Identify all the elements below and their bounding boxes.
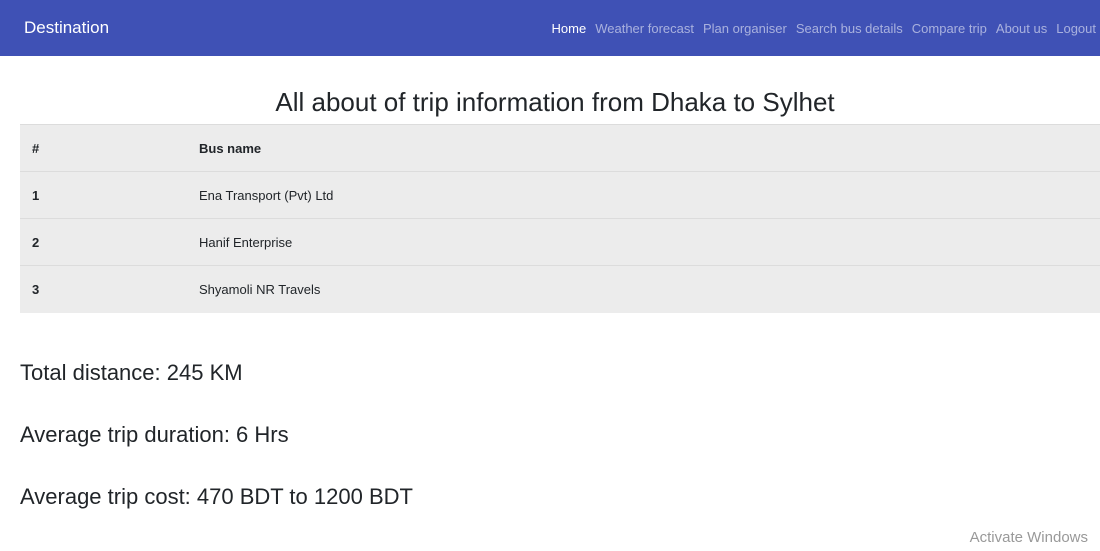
average-duration-text: Average trip duration: 6 Hrs: [20, 422, 289, 447]
bus-name-cell: Shyamoli NR Travels: [187, 265, 1100, 313]
nav-link-weather-forecast[interactable]: Weather forecast: [595, 21, 694, 36]
column-header-number: #: [20, 124, 187, 172]
column-header-bus-name: Bus name: [187, 124, 1100, 172]
brand-link[interactable]: Destination: [24, 0, 109, 56]
nav-link-logout[interactable]: Logout: [1056, 21, 1096, 36]
bus-table: # Bus name 1 Ena Transport (Pvt) Ltd 2 H…: [20, 124, 1100, 313]
nav-link-plan-organiser[interactable]: Plan organiser: [703, 21, 787, 36]
bus-name-cell: Hanif Enterprise: [187, 218, 1100, 266]
nav-link-home[interactable]: Home: [552, 21, 587, 36]
table-header-row: # Bus name: [20, 124, 1100, 172]
navbar: Destination Home Weather forecast Plan o…: [0, 0, 1100, 56]
table-row: 3 Shyamoli NR Travels: [20, 265, 1100, 313]
average-cost-text: Average trip cost: 470 BDT to 1200 BDT: [20, 484, 413, 509]
row-number: 2: [20, 218, 187, 266]
total-distance-text: Total distance: 245 KM: [20, 360, 243, 385]
bus-name-cell: Ena Transport (Pvt) Ltd: [187, 171, 1100, 219]
activate-windows-watermark: Activate Windows: [969, 529, 1088, 546]
nav-link-search-bus-details[interactable]: Search bus details: [796, 21, 903, 36]
nav-link-compare-trip[interactable]: Compare trip: [912, 21, 987, 36]
nav-links: Home Weather forecast Plan organiser Sea…: [543, 0, 1096, 56]
page-title: All about of trip information from Dhaka…: [275, 87, 835, 117]
table-row: 2 Hanif Enterprise: [20, 218, 1100, 266]
table-row: 1 Ena Transport (Pvt) Ltd: [20, 171, 1100, 219]
row-number: 3: [20, 265, 187, 313]
row-number: 1: [20, 171, 187, 219]
nav-link-about-us[interactable]: About us: [996, 21, 1047, 36]
